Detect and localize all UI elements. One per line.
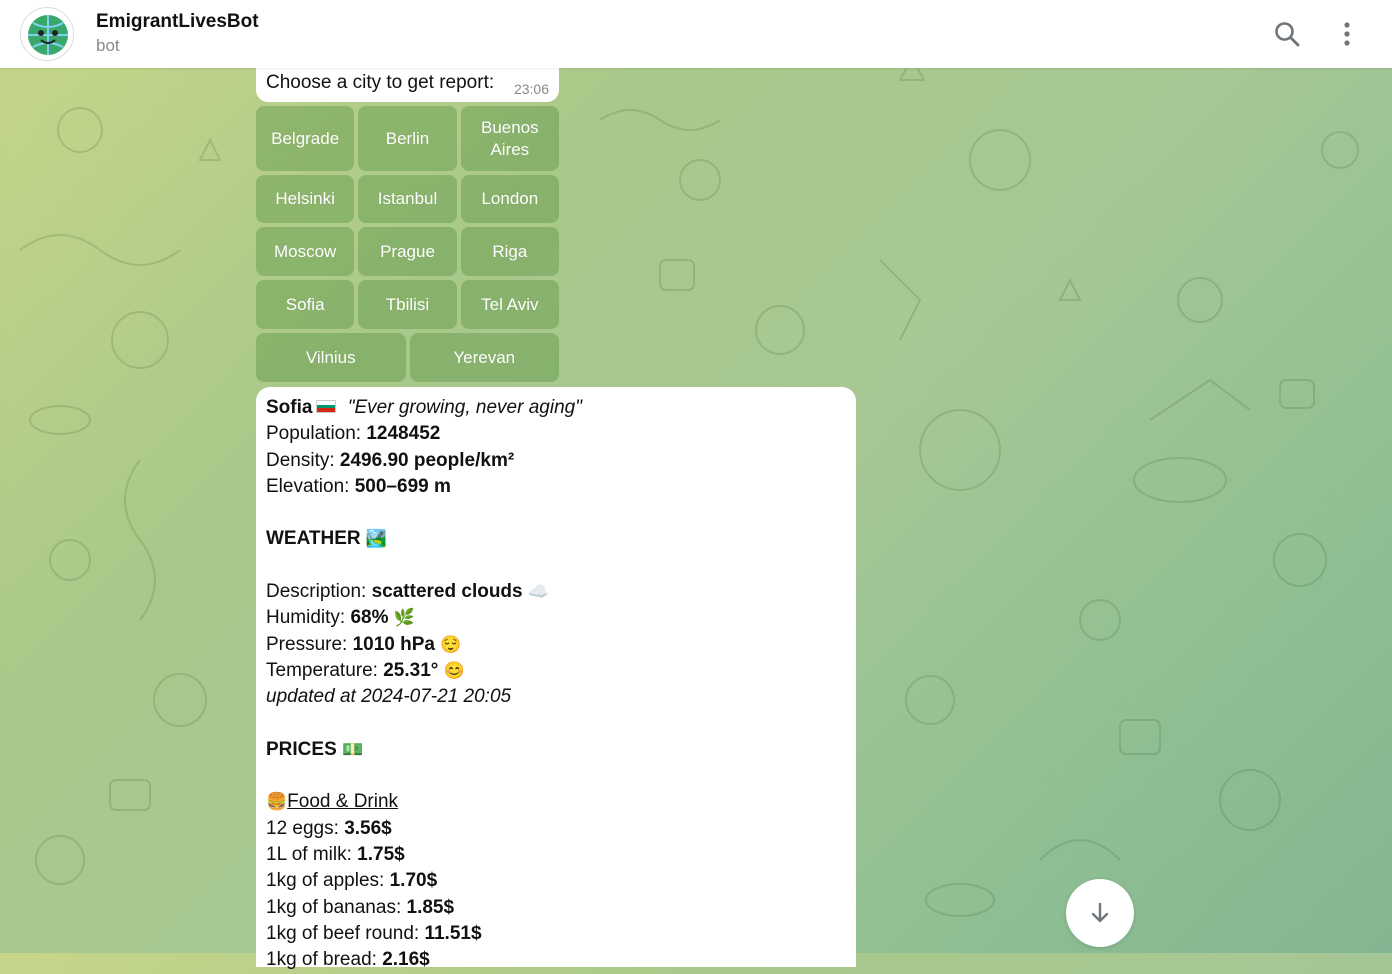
- burger-icon: 🍔: [266, 792, 288, 812]
- keyboard-row: Helsinki Istanbul London: [256, 175, 559, 223]
- city-button-belgrade[interactable]: Belgrade: [256, 106, 355, 171]
- price-value: 11.51$: [424, 922, 482, 944]
- city-button-tel-aviv[interactable]: Tel Aviv: [460, 280, 559, 329]
- humidity-label: Humidity:: [266, 607, 346, 629]
- keyboard-row: Vilnius Yerevan: [256, 333, 559, 382]
- bot-status: bot: [96, 36, 120, 55]
- city-button-tbilisi[interactable]: Tbilisi: [358, 280, 457, 329]
- description-line: Description: scattered clouds ☁️: [266, 579, 846, 605]
- keyboard-row: Belgrade Berlin Buenos Aires: [256, 106, 559, 171]
- bot-avatar[interactable]: [20, 7, 74, 61]
- price-item: 1kg of bananas: 1.85$: [266, 895, 846, 921]
- density-value: 2496.90 people/km²: [339, 449, 515, 471]
- price-label: 1kg of beef round:: [266, 922, 420, 944]
- price-label: 1L of milk:: [266, 844, 352, 866]
- cloud-icon: ☁️: [527, 582, 550, 602]
- report-title-line: Sofia "Ever growing, never aging": [266, 395, 846, 421]
- report-motto: "Ever growing, never aging": [347, 397, 582, 418]
- price-item: 12 eggs: 3.56$: [266, 816, 846, 842]
- density-line: Density: 2496.90 people/km²: [266, 448, 846, 474]
- city-button-prague[interactable]: Prague: [358, 227, 457, 276]
- price-label: 1kg of apples:: [266, 870, 385, 892]
- density-label: Density:: [266, 449, 335, 471]
- city-button-riga[interactable]: Riga: [460, 227, 559, 276]
- report-city: Sofia: [266, 397, 313, 418]
- price-value: 2.16$: [382, 949, 430, 971]
- price-item: 1kg of bread: 2.16$: [266, 947, 846, 973]
- humidity-line: Humidity: 68% 🌿: [266, 605, 846, 631]
- prices-heading-line: PRICES 💵: [266, 737, 846, 763]
- price-value: 1.85$: [406, 896, 455, 918]
- population-label: Population:: [266, 423, 362, 445]
- city-button-istanbul[interactable]: Istanbul: [358, 175, 457, 223]
- description-label: Description:: [266, 581, 367, 603]
- bot-name: EmigrantLivesBot: [96, 11, 259, 32]
- search-icon: [1275, 22, 1300, 47]
- more-menu-button[interactable]: [1327, 14, 1367, 54]
- elevation-value: 500–699 m: [354, 475, 451, 497]
- city-button-london[interactable]: London: [460, 175, 559, 223]
- city-report-message: Sofia "Ever growing, never aging" Popula…: [256, 387, 856, 970]
- price-value: 3.56$: [344, 817, 392, 839]
- message-time: 23:06: [513, 81, 549, 97]
- food-heading: Food & Drink: [287, 791, 399, 813]
- pressure-value: 1010 hPa: [352, 633, 435, 655]
- more-vertical-icon: [1344, 22, 1350, 46]
- weather-heading-line: WEATHER 🏞️: [266, 526, 846, 552]
- city-button-helsinki[interactable]: Helsinki: [256, 175, 355, 223]
- money-icon: 💵: [342, 739, 364, 759]
- smiling-face-icon: 😊: [443, 660, 465, 680]
- weather-heading: WEATHER: [266, 528, 361, 550]
- pressure-label: Pressure:: [266, 633, 348, 655]
- price-item: 1L of milk: 1.75$: [266, 842, 846, 868]
- scroll-down-button[interactable]: [1066, 879, 1134, 947]
- humidity-value: 68%: [350, 607, 389, 629]
- city-button-sofia[interactable]: Sofia: [256, 280, 355, 329]
- price-item: 1kg of apples: 1.70$: [266, 868, 846, 894]
- updated-at: updated at 2024-07-21 20:05: [266, 686, 512, 708]
- population-value: 1248452: [366, 423, 441, 445]
- population-line: Population: 1248452: [266, 421, 846, 447]
- temperature-value: 25.31°: [383, 659, 439, 681]
- temperature-line: Temperature: 25.31° 😊: [266, 658, 846, 684]
- prices-heading: PRICES: [266, 738, 337, 760]
- price-value: 1.70$: [389, 870, 438, 892]
- arrow-down-icon: [1091, 902, 1109, 923]
- prompt-message: Choose a city to get report: 23:06: [256, 68, 559, 102]
- landscape-icon: 🏞️: [365, 529, 388, 549]
- chat-header: EmigrantLivesBot bot: [0, 0, 1392, 68]
- city-button-buenos-aires[interactable]: Buenos Aires: [460, 106, 559, 171]
- keyboard-row: Moscow Prague Riga: [256, 227, 559, 276]
- city-button-berlin[interactable]: Berlin: [358, 106, 457, 171]
- city-button-moscow[interactable]: Moscow: [256, 227, 355, 276]
- temperature-label: Temperature:: [266, 659, 378, 681]
- relieved-face-icon: 😌: [440, 634, 462, 654]
- description-value: scattered clouds: [371, 581, 523, 603]
- elevation-line: Elevation: 500–699 m: [266, 474, 846, 500]
- city-button-vilnius[interactable]: Vilnius: [256, 333, 406, 382]
- globe-smiley-icon: [28, 15, 68, 55]
- pressure-line: Pressure: 1010 hPa 😌: [266, 632, 846, 658]
- price-label: 1kg of bananas:: [266, 896, 402, 918]
- elevation-label: Elevation:: [266, 475, 350, 497]
- keyboard-row: Sofia Tbilisi Tel Aviv: [256, 280, 559, 329]
- price-value: 1.75$: [357, 844, 405, 866]
- city-keyboard: Belgrade Berlin Buenos Aires Helsinki Is…: [256, 106, 559, 386]
- herb-icon: 🌿: [393, 608, 415, 628]
- city-button-yerevan[interactable]: Yerevan: [409, 333, 559, 382]
- bulgaria-flag-icon: [316, 399, 337, 413]
- food-heading-line: 🍔Food & Drink: [266, 789, 846, 815]
- prompt-text: Choose a city to get report:: [266, 72, 495, 93]
- search-button[interactable]: [1267, 14, 1307, 54]
- price-label: 1kg of bread:: [266, 949, 377, 971]
- price-item: 1kg of beef round: 11.51$: [266, 921, 846, 947]
- price-label: 12 eggs:: [266, 817, 339, 839]
